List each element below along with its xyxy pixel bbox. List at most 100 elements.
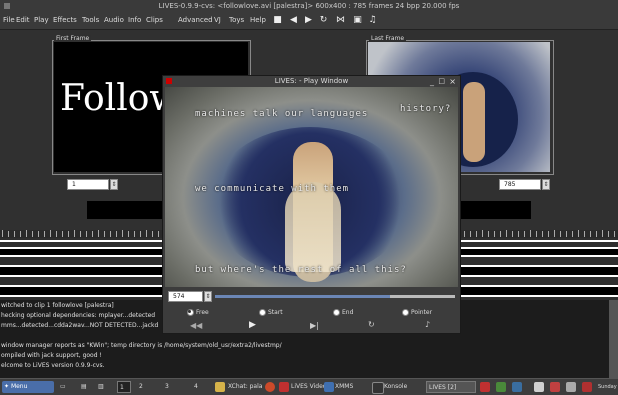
- loop-button-icon[interactable]: ↻: [368, 320, 375, 329]
- workspace-4[interactable]: 4: [192, 381, 206, 393]
- overlay-text-2: history?: [400, 104, 452, 114]
- loop-icon[interactable]: ↻: [318, 15, 329, 26]
- ruler-tick: [158, 231, 159, 237]
- first-frame-label: First Frame: [54, 35, 92, 42]
- menu-toys[interactable]: Toys: [229, 16, 244, 24]
- tray-update-icon[interactable]: [582, 382, 592, 392]
- ruler-tick: [56, 231, 57, 237]
- workspace-3[interactable]: 3: [163, 381, 177, 393]
- start-menu-button[interactable]: ✦ Menu: [2, 381, 54, 393]
- ruler-tick: [44, 231, 45, 237]
- first-frame-spinner-arrows[interactable]: ⇕: [110, 179, 118, 190]
- ruler-tick: [140, 231, 141, 237]
- menu-edit[interactable]: Edit: [16, 16, 30, 24]
- xchat-icon: [215, 382, 225, 392]
- menu-audio[interactable]: Audio: [104, 16, 124, 24]
- menu-play[interactable]: Play: [34, 16, 49, 24]
- taskbar-clock[interactable]: Sunday: [596, 381, 618, 393]
- tray-warning-icon[interactable]: [550, 382, 560, 392]
- taskbar: ✦ Menu ▭ ▤ ▥ 1 2 3 4 XChat: pala LiVES V…: [0, 378, 618, 395]
- ruler-tick: [614, 231, 615, 237]
- radio-end[interactable]: [333, 309, 340, 316]
- task-xchat[interactable]: XChat: pala: [226, 381, 264, 393]
- files-icon[interactable]: ▥: [96, 381, 110, 393]
- ruler-tick: [104, 231, 105, 237]
- menu-tools[interactable]: Tools: [82, 16, 99, 24]
- ruler-tick: [524, 231, 525, 237]
- ruler-tick: [2, 230, 3, 237]
- tray-lives-icon[interactable]: [480, 382, 490, 392]
- ruler-tick: [488, 231, 489, 237]
- workspace-1[interactable]: 1: [117, 381, 131, 393]
- tray-app-icon[interactable]: [496, 382, 506, 392]
- last-frame-spinner[interactable]: 785: [499, 179, 541, 190]
- firefox-icon[interactable]: [265, 382, 275, 392]
- workspace-2[interactable]: 2: [137, 381, 151, 393]
- volume-icon[interactable]: ♫: [367, 15, 378, 26]
- radio-free-selected-dot: [188, 310, 191, 313]
- desktop-icon[interactable]: ▭: [58, 381, 76, 393]
- ruler-tick: [86, 231, 87, 237]
- radio-pointer[interactable]: [402, 309, 409, 316]
- ruler-tick: [518, 231, 519, 237]
- mute-button-icon[interactable]: ♪: [425, 320, 430, 329]
- play-icon[interactable]: ▶: [303, 15, 314, 26]
- stop-icon[interactable]: ■: [272, 15, 283, 26]
- fullscreen-icon[interactable]: ▣: [352, 15, 363, 26]
- tray-keyboard-icon[interactable]: [566, 382, 576, 392]
- ruler-tick: [80, 231, 81, 237]
- ruler-tick: [476, 231, 477, 237]
- rewind-button-icon[interactable]: ◀◀: [190, 321, 202, 330]
- play-selection-icon[interactable]: ⋈: [335, 15, 346, 26]
- tray-clipboard-icon[interactable]: [534, 382, 544, 392]
- terminal-icon[interactable]: ▤: [79, 381, 93, 393]
- menubar: File Edit Play Effects Tools Audio Info …: [0, 12, 618, 30]
- menu-clips[interactable]: Clips: [146, 16, 163, 24]
- ruler-tick: [608, 231, 609, 237]
- task-konsole[interactable]: Konsole: [382, 381, 424, 393]
- close-icon[interactable]: ×: [449, 76, 456, 87]
- ruler-tick: [554, 230, 555, 237]
- menu-file[interactable]: File: [3, 16, 15, 24]
- ruler-tick: [578, 230, 579, 237]
- console-line: ompiled with jack support, good !: [1, 352, 102, 359]
- ruler-tick: [50, 230, 51, 237]
- main-window-titlebar: LIVES-0.9.9-cvs: <followlove.avi [palest…: [0, 0, 618, 12]
- ruler-tick: [122, 230, 123, 237]
- overlay-text-1: machines talk our languages: [195, 109, 369, 119]
- lives-icon: [279, 382, 289, 392]
- ruler-tick: [14, 231, 15, 237]
- menu-info[interactable]: Info: [128, 16, 141, 24]
- last-frame-label: Last Frame: [369, 35, 407, 42]
- menu-advanced[interactable]: Advanced: [178, 16, 213, 24]
- ruler-tick: [482, 230, 483, 237]
- ruler-tick: [572, 231, 573, 237]
- start-menu-icon: ✦: [4, 383, 11, 390]
- maximize-icon[interactable]: □: [438, 76, 445, 87]
- console-line: elcome to LiVES version 0.9.9-cvs.: [1, 362, 105, 369]
- first-frame-spinner[interactable]: 1: [67, 179, 109, 190]
- overlay-text-3: we communicate with them: [195, 184, 350, 194]
- ruler-tick: [68, 231, 69, 237]
- console-scrollbar[interactable]: [609, 300, 618, 378]
- tray-network-icon[interactable]: [512, 382, 522, 392]
- play-selection-button-icon[interactable]: ▶|: [310, 321, 319, 330]
- window-menu-icon[interactable]: [4, 3, 10, 9]
- menu-vj[interactable]: VJ: [214, 16, 221, 24]
- radio-start[interactable]: [259, 309, 266, 316]
- play-position-slider[interactable]: [215, 295, 455, 298]
- play-button-icon[interactable]: ▶: [249, 320, 256, 330]
- ruler-tick: [26, 230, 27, 237]
- play-frame-spinner-arrows[interactable]: ⇕: [204, 291, 212, 302]
- menu-effects[interactable]: Effects: [53, 16, 77, 24]
- minimize-icon[interactable]: _: [430, 76, 434, 87]
- play-frame-spinner[interactable]: 574: [168, 291, 203, 302]
- task-lives-active[interactable]: LIVES [2]: [426, 381, 476, 393]
- last-frame-spinner-arrows[interactable]: ⇕: [542, 179, 550, 190]
- task-xmms[interactable]: XMMS: [333, 381, 363, 393]
- ruler-tick: [128, 231, 129, 237]
- play-position-fill: [215, 295, 391, 298]
- menu-help[interactable]: Help: [250, 16, 266, 24]
- ruler-tick: [110, 231, 111, 237]
- rewind-icon[interactable]: ◀: [288, 15, 299, 26]
